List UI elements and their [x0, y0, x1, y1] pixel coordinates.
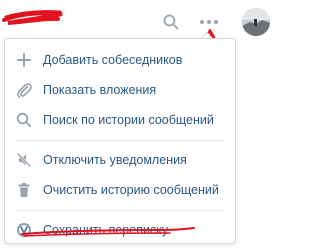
menu-item-search-history[interactable]: Поиск по истории сообщений [5, 105, 235, 136]
paperclip-icon [17, 83, 32, 98]
menu-item-label: Очистить историю сообщений [43, 183, 219, 197]
menu-item-mute-notifications[interactable]: Отключить уведомления [5, 145, 235, 176]
menu-item-add-participants[interactable]: Добавить собеседников [5, 45, 235, 76]
trash-icon [18, 183, 30, 197]
chat-header-with-menu: Добавить собеседников Показать вложения … [0, 0, 285, 251]
menu-item-clear-history[interactable]: Очистить историю сообщений [5, 175, 235, 206]
chat-avatar[interactable] [242, 8, 270, 36]
menu-item-show-attachments[interactable]: Показать вложения [5, 75, 235, 106]
chat-actions-menu: Добавить собеседников Показать вложения … [4, 38, 236, 244]
plus-icon [17, 53, 31, 67]
menu-divider [15, 210, 225, 211]
redacted-chat-title [2, 10, 63, 25]
search-icon [16, 112, 32, 128]
chat-header [0, 0, 285, 40]
menu-item-label: Показать вложения [43, 83, 157, 97]
menu-divider [15, 140, 225, 141]
annotation-underline [21, 227, 195, 237]
search-icon[interactable] [163, 14, 179, 30]
menu-item-label: Отключить уведомления [43, 153, 187, 167]
menu-item-label: Добавить собеседников [43, 53, 183, 67]
mute-icon [16, 152, 32, 168]
menu-item-label: Поиск по истории сообщений [43, 113, 214, 127]
